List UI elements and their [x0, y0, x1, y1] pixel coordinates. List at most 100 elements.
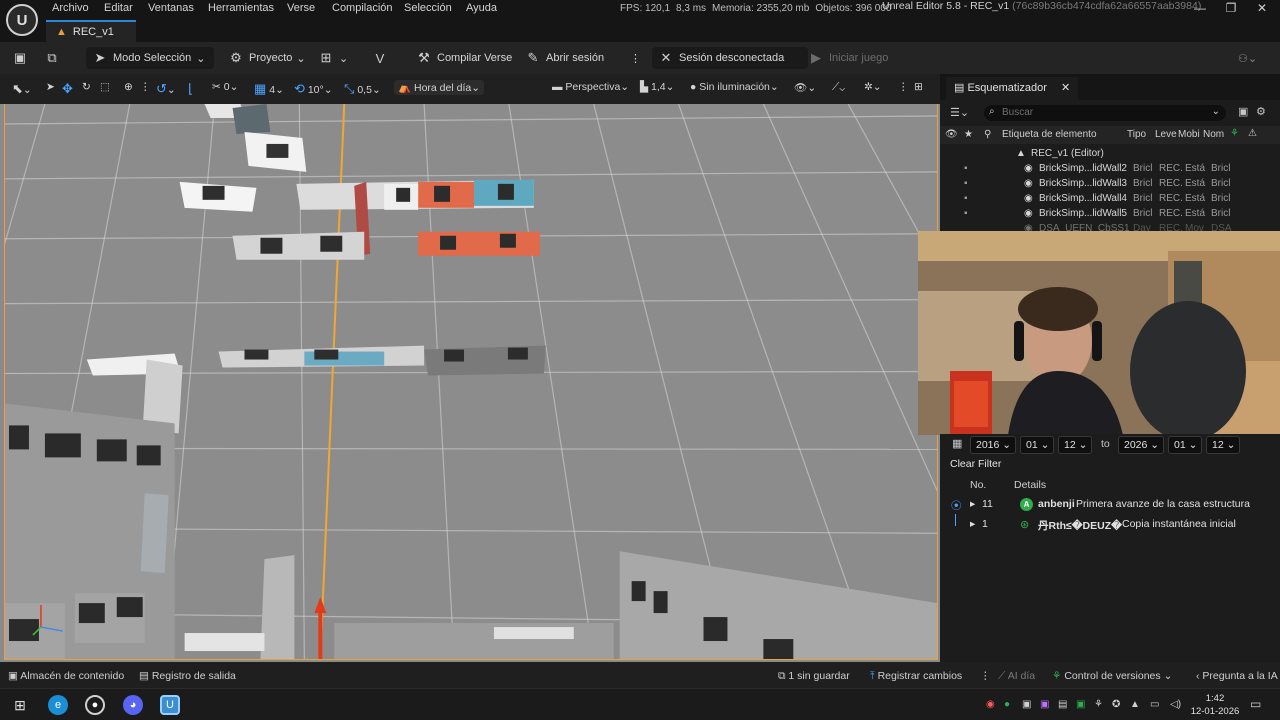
- tray-app-icon[interactable]: ✪: [1112, 699, 1120, 710]
- source-control-icon[interactable]: ⚘: [1230, 128, 1239, 139]
- menu-ayuda[interactable]: Ayuda: [466, 2, 497, 14]
- time-of-day-dropdown[interactable]: ⛺ Hora del día⌄: [394, 80, 485, 95]
- status-tray-icon[interactable]: ●: [1004, 699, 1010, 710]
- rotate-snap-dropdown[interactable]: ✂ 0⌄: [212, 81, 238, 93]
- more-icon[interactable]: ⋮: [140, 81, 151, 93]
- outliner-row[interactable]: ▪ ◉ BrickSimp...lidWall4 Bricl REC. Está…: [940, 192, 1280, 207]
- scale-snap-dropdown[interactable]: ⤡ 0,5⌄: [344, 81, 381, 97]
- minimize-icon[interactable]: —: [1183, 1, 1217, 17]
- select-mode-icon[interactable]: ⬉⌄: [12, 81, 32, 97]
- outliner-row[interactable]: ▪ ◉ BrickSimp...lidWall3 Bricl REC. Está…: [940, 177, 1280, 192]
- perspective-dropdown[interactable]: ▬ Perspectiva⌄: [552, 81, 629, 93]
- tray-app-icon[interactable]: ▤: [1058, 699, 1067, 710]
- viewport-settings-icon[interactable]: ✲⌄: [864, 81, 882, 93]
- visibility-icon[interactable]: ▪: [964, 193, 968, 204]
- tab-map[interactable]: ▲ REC_v1: [46, 20, 136, 42]
- column-type[interactable]: Tipo: [1127, 129, 1146, 140]
- move-icon[interactable]: ✥: [62, 81, 73, 97]
- outliner-row[interactable]: ▪ ◉ BrickSimp...lidWall5 Bricl REC. Está…: [940, 207, 1280, 222]
- edge-browser-icon[interactable]: e: [48, 695, 68, 715]
- expand-arrow-icon[interactable]: ▸: [970, 518, 975, 530]
- volume-icon[interactable]: ◁): [1170, 699, 1181, 710]
- close-window-icon[interactable]: ✕: [1245, 1, 1279, 17]
- column-level[interactable]: Leve: [1155, 129, 1177, 140]
- users-icon[interactable]: ⚇⌄: [1238, 47, 1257, 69]
- lighting-dropdown[interactable]: ● Sin iluminación⌄: [690, 81, 779, 93]
- filter-icon[interactable]: ☰⌄: [950, 106, 969, 119]
- history-entry[interactable]: ▸ 1 ⊛ 丹Rth≤�DEUZ� Copia instantánea inic…: [940, 516, 1280, 534]
- obs-icon[interactable]: ●: [85, 695, 105, 715]
- discord-icon[interactable]: ◕: [123, 695, 143, 715]
- column-item-label[interactable]: Etiqueta de elemento: [1002, 129, 1097, 140]
- viewport-more-icon[interactable]: ⋮: [898, 81, 909, 93]
- outliner-search-input[interactable]: ⌕ Buscar ⌄: [984, 105, 1226, 121]
- unsaved-button[interactable]: ⧉ 1 sin guardar: [778, 670, 850, 683]
- project-dropdown[interactable]: ⚙ Proyecto ⌄: [228, 47, 305, 69]
- content-drawer-button[interactable]: ▣ Almacén de contenido: [8, 670, 124, 682]
- grid-snap-dropdown[interactable]: ▦ 4⌄: [254, 81, 284, 97]
- star-column-icon[interactable]: ★: [964, 129, 973, 140]
- world-icon[interactable]: ⊕: [124, 81, 133, 93]
- unreal-logo-icon[interactable]: U: [6, 4, 38, 36]
- ai-day-button[interactable]: ⟋ AI día: [998, 670, 1035, 683]
- grid-snap-toggle-icon[interactable]: ⌊: [188, 81, 193, 97]
- level-viewport[interactable]: ⬉⌄ ➤ ✥ ↻ ⬚ ⊕ ⋮ ↺⌄ ⌊ ✂ 0⌄ ▦ 4⌄ ⟲ 10°⌄ ⤡ 0…: [0, 74, 940, 662]
- menu-ventanas[interactable]: Ventanas: [148, 2, 194, 14]
- network-icon[interactable]: ▭: [1150, 699, 1159, 710]
- scale-icon[interactable]: ⬚: [100, 81, 110, 93]
- realtime-icon[interactable]: ⟋⌄: [832, 81, 845, 94]
- start-game-button[interactable]: ▶ Iniciar juego: [808, 47, 888, 69]
- from-year-dropdown[interactable]: 2016 ⌄: [970, 436, 1016, 454]
- visibility-icon[interactable]: ▪: [964, 178, 968, 189]
- unreal-taskbar-icon[interactable]: U: [160, 695, 180, 715]
- viewport-scene[interactable]: [4, 104, 938, 660]
- outliner-root-row[interactable]: ▲ REC_v1 (Editor): [940, 147, 1280, 162]
- notifications-icon[interactable]: ▭: [1250, 697, 1261, 711]
- tray-app-icon[interactable]: ▣: [1076, 699, 1085, 710]
- menu-archivo[interactable]: Archivo: [52, 2, 89, 14]
- visibility-icon[interactable]: ▪: [964, 208, 968, 219]
- camera-speed-dropdown[interactable]: ▙ 1,4⌄: [640, 81, 674, 93]
- tray-app-icon[interactable]: ▣: [1040, 699, 1049, 710]
- warning-icon[interactable]: ⚠: [1248, 128, 1257, 139]
- angle-snap-dropdown[interactable]: ⟲ 10°⌄: [294, 81, 333, 97]
- column-mobility[interactable]: Mobi: [1178, 129, 1200, 140]
- more-options-icon[interactable]: ⋮: [630, 47, 641, 69]
- layout-icon[interactable]: ⊞: [914, 81, 923, 93]
- close-icon[interactable]: ✕: [1061, 82, 1070, 94]
- outliner-settings-icon[interactable]: ⚙: [1256, 105, 1266, 118]
- expand-arrow-icon[interactable]: ▸: [970, 498, 975, 510]
- maximize-icon[interactable]: ❐: [1214, 1, 1248, 17]
- session-status-button[interactable]: ✕ Sesión desconectada: [652, 47, 809, 69]
- to-year-dropdown[interactable]: 2026 ⌄: [1118, 436, 1164, 454]
- tab-outliner[interactable]: ▤ Esquematizador ✕: [946, 77, 1079, 100]
- add-actor-button[interactable]: ⊞ ⌄: [318, 47, 349, 69]
- from-month-dropdown[interactable]: 01 ⌄: [1020, 436, 1054, 454]
- menu-compilacion[interactable]: Compilación: [332, 2, 393, 14]
- clear-filter-button[interactable]: Clear Filter: [950, 458, 1001, 474]
- select-arrow-icon[interactable]: ➤: [46, 81, 55, 93]
- menu-verse[interactable]: Verse: [287, 2, 315, 14]
- record-tray-icon[interactable]: ◉: [986, 699, 995, 710]
- history-entry[interactable]: ⦿ ▸ 11 A anbenji Primera avanze de la ca…: [940, 496, 1280, 514]
- mode-select-dropdown[interactable]: ➤ Modo Selección ⌄: [86, 47, 214, 69]
- visibility-icon[interactable]: ▪: [964, 163, 968, 174]
- menu-herramientas[interactable]: Herramientas: [208, 2, 274, 14]
- ask-ai-button[interactable]: ‹ Pregunta a la IA: [1196, 670, 1278, 682]
- pin-column-icon[interactable]: ⚲: [984, 129, 991, 140]
- windows-start-icon[interactable]: ⊞: [10, 695, 30, 715]
- outliner-row[interactable]: ▪ ◉ BrickSimp...lidWall2 Bricl REC. Está…: [940, 162, 1280, 177]
- menu-editar[interactable]: Editar: [104, 2, 133, 14]
- show-eye-icon[interactable]: 👁⌄: [794, 81, 816, 94]
- chevron-down-icon[interactable]: ⌄: [1212, 106, 1220, 117]
- add-folder-icon[interactable]: ▣: [1238, 105, 1248, 118]
- taskbar-clock[interactable]: 1:42 12-01-2026: [1190, 692, 1240, 718]
- visibility-column-icon[interactable]: 👁: [945, 129, 958, 140]
- content-browser-icon[interactable]: ⧉: [44, 47, 65, 69]
- menu-seleccion[interactable]: Selección: [404, 2, 452, 14]
- from-day-dropdown[interactable]: 12 ⌄: [1058, 436, 1092, 454]
- surface-snap-icon[interactable]: ↺⌄: [156, 81, 176, 97]
- tray-app-icon[interactable]: ▣: [1022, 699, 1031, 710]
- open-session-button[interactable]: ✎ Abrir sesión: [525, 47, 605, 69]
- column-name[interactable]: Nom: [1203, 129, 1224, 140]
